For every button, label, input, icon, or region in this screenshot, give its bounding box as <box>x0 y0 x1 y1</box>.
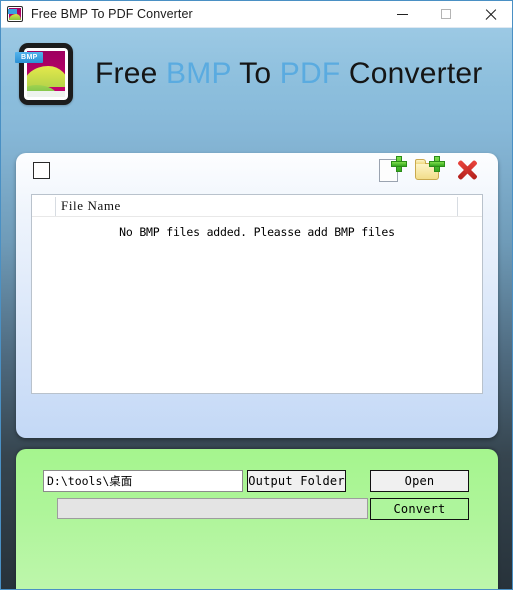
conversion-progress-bar <box>57 498 368 519</box>
file-list-header: File Name <box>32 195 482 217</box>
column-divider-right[interactable] <box>457 197 458 216</box>
window-title: Free BMP To PDF Converter <box>31 7 193 21</box>
minimize-button[interactable] <box>380 1 424 27</box>
brand-title: Free BMP To PDF Converter <box>95 57 482 91</box>
select-all-checkbox[interactable] <box>33 162 50 179</box>
list-toolbar <box>16 153 498 186</box>
brand-word-converter: Converter <box>348 57 483 90</box>
logo-bmp-tag: BMP <box>15 52 43 63</box>
app-icon-bmp-tag <box>8 9 17 14</box>
logo-ground <box>27 91 65 97</box>
window-controls <box>380 1 512 27</box>
app-image-icon <box>7 6 23 22</box>
app-icon-hill <box>9 14 21 20</box>
column-divider-left[interactable] <box>55 197 56 216</box>
logo-hill-back-icon <box>27 65 65 87</box>
plus-icon <box>391 156 407 172</box>
close-button[interactable] <box>468 1 512 27</box>
brand-word-free: Free <box>95 57 158 90</box>
brand-word-to: To <box>239 57 272 90</box>
plus-icon <box>429 156 445 172</box>
empty-list-message: No BMP files added. Pleasse add BMP file… <box>119 225 395 239</box>
brand-header: BMP Free BMP To PDF Converter <box>1 28 512 120</box>
file-list[interactable]: File Name No BMP files added. Pleasse ad… <box>31 194 483 394</box>
file-list-panel: File Name No BMP files added. Pleasse ad… <box>16 153 498 438</box>
maximize-icon <box>441 9 451 19</box>
output-path-input[interactable] <box>43 470 243 492</box>
add-folder-button[interactable] <box>414 155 446 185</box>
column-header-file-name[interactable]: File Name <box>61 198 121 214</box>
minimize-icon <box>396 13 408 15</box>
open-button[interactable]: Open <box>370 470 469 492</box>
client-area: BMP Free BMP To PDF Converter File Name … <box>1 28 512 589</box>
action-panel: Output Folder Open Convert <box>16 449 498 589</box>
maximize-button[interactable] <box>424 1 468 27</box>
title-bar: Free BMP To PDF Converter <box>1 1 512 28</box>
red-x-icon <box>456 159 478 181</box>
toolbar-icon-group <box>376 155 484 185</box>
brand-word-pdf: PDF <box>279 57 341 90</box>
app-window: Free BMP To PDF Converter BMP Free BMP T… <box>0 0 513 590</box>
output-folder-button[interactable]: Output Folder <box>247 470 346 492</box>
app-logo: BMP <box>15 43 73 105</box>
brand-word-bmp: BMP <box>166 57 232 90</box>
remove-file-button[interactable] <box>452 155 484 185</box>
close-icon <box>484 8 497 21</box>
add-file-button[interactable] <box>376 155 408 185</box>
convert-button[interactable]: Convert <box>370 498 469 520</box>
